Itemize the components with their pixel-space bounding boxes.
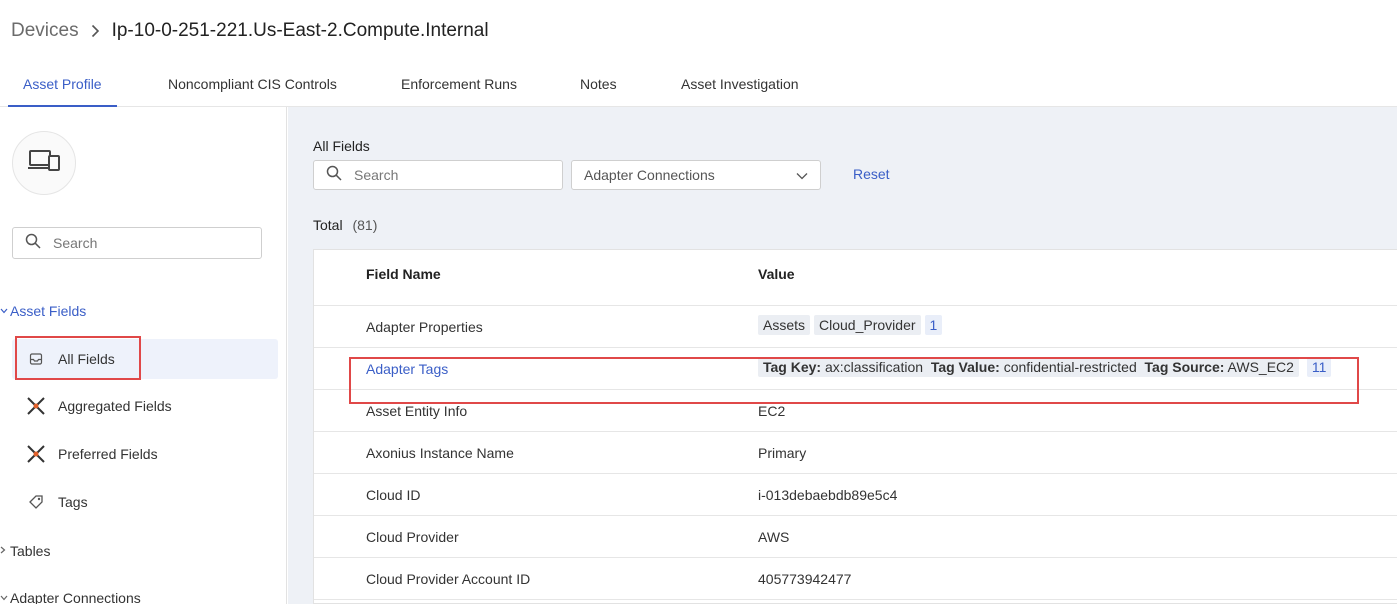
page-title: Ip-10-0-251-221.Us-East-2.Compute.Intern… <box>111 20 489 41</box>
sidebar-item-label: Aggregated Fields <box>58 398 172 414</box>
chevron-right-icon <box>0 546 10 557</box>
field-value: AWS <box>758 529 790 545</box>
sidebar-item-label: Preferred Fields <box>58 446 158 462</box>
total-value: (81) <box>352 217 378 233</box>
chevron-down-icon <box>0 306 10 317</box>
chevron-down-icon <box>0 593 10 604</box>
field-value: i-013debaebdb89e5c4 <box>758 292 897 293</box>
tab-enforcement-runs[interactable]: Enforcement Runs <box>401 62 517 107</box>
fields-search-input[interactable] <box>354 167 534 183</box>
tag-source-label: Tag Source: <box>1144 359 1225 375</box>
breadcrumb: Devices Ip-10-0-251-221.Us-East-2.Comput… <box>11 20 489 42</box>
table-row[interactable]: Cloud Provider AWS <box>314 516 1397 558</box>
preferred-icon <box>26 444 46 464</box>
page-header: Devices Ip-10-0-251-221.Us-East-2.Comput… <box>0 0 1397 62</box>
tag-source-value: AWS_EC2 <box>1227 359 1294 375</box>
device-icon <box>27 148 61 179</box>
aggregate-icon <box>26 396 46 416</box>
table-row[interactable]: Asset Entity Info EC2 <box>314 390 1397 432</box>
tag-value-label: Tag Value: <box>930 359 1000 375</box>
fields-table: Field Name Value ID i-013debaebdb89e5c4 … <box>313 249 1397 604</box>
sidebar: Asset Fields All Fields Aggregated Field… <box>0 107 287 604</box>
chip: Cloud_Provider <box>814 315 921 335</box>
table-row[interactable]: Adapter Tags Tag Key: ax:classification … <box>314 348 1397 390</box>
chevron-right-icon <box>91 24 100 38</box>
tab-bar: Asset Profile Noncompliant CIS Controls … <box>0 62 1397 107</box>
value-chips: Assets Cloud_Provider 1 <box>758 315 946 335</box>
fields-search-field[interactable] <box>313 160 563 190</box>
tab-notes[interactable]: Notes <box>580 62 617 107</box>
sidebar-item-label: All Fields <box>58 351 115 367</box>
more-count-badge[interactable]: 1 <box>924 315 943 335</box>
field-name: Cloud Provider Account ID <box>366 571 531 587</box>
field-name: Adapter Properties <box>366 319 483 335</box>
chip: Assets <box>758 315 811 335</box>
sidebar-search-input[interactable] <box>53 235 233 251</box>
sidebar-search-field[interactable] <box>12 227 262 259</box>
section-asset-fields-label: Asset Fields <box>10 303 87 319</box>
breadcrumb-devices-link[interactable]: Devices <box>11 20 79 42</box>
sidebar-item-preferred-fields[interactable]: Preferred Fields <box>12 434 278 474</box>
tab-asset-investigation[interactable]: Asset Investigation <box>681 62 799 107</box>
field-name: ID <box>366 292 380 293</box>
field-name: Axonius Instance Name <box>366 445 514 461</box>
section-adapter-connections[interactable]: Adapter Connections <box>0 590 141 604</box>
tag-chip: Tag Key: ax:classification Tag Value: co… <box>758 357 1299 377</box>
field-name-link[interactable]: Adapter Tags <box>366 361 448 377</box>
total-count: Total (81) <box>313 217 377 233</box>
total-label: Total <box>313 217 343 233</box>
reset-button[interactable]: Reset <box>853 166 890 182</box>
main-panel: All Fields Adapter Connections Reset Tot… <box>288 107 1397 604</box>
field-name: Cloud Provider <box>366 529 459 545</box>
sidebar-item-aggregated-fields[interactable]: Aggregated Fields <box>12 386 278 426</box>
sidebar-item-all-fields[interactable]: All Fields <box>12 339 278 379</box>
adapter-select-value: Adapter Connections <box>584 167 715 183</box>
tab-noncompliant-cis-controls[interactable]: Noncompliant CIS Controls <box>168 62 337 107</box>
table-body: ID i-013debaebdb89e5c4 Adapter Propertie… <box>314 292 1397 603</box>
table-row[interactable]: Axonius Instance Name Primary <box>314 432 1397 474</box>
value-chips: Tag Key: ax:classification Tag Value: co… <box>758 357 1335 377</box>
column-header-value: Value <box>758 266 795 282</box>
inbox-icon <box>26 349 46 369</box>
adapter-connections-select[interactable]: Adapter Connections <box>571 160 821 190</box>
sidebar-item-label: Tags <box>58 494 88 510</box>
section-tables-label: Tables <box>10 543 51 559</box>
tag-icon <box>26 492 46 512</box>
section-adapter-connections-label: Adapter Connections <box>10 590 141 604</box>
tab-asset-profile[interactable]: Asset Profile <box>8 62 117 107</box>
field-value: EC2 <box>758 403 786 419</box>
search-icon <box>326 165 342 186</box>
table-row[interactable]: Cloud ID i-013debaebdb89e5c4 <box>314 474 1397 516</box>
field-name: Cloud ID <box>366 487 421 503</box>
section-asset-fields[interactable]: Asset Fields <box>0 303 86 319</box>
tag-key-value: ax:classification <box>824 359 924 375</box>
field-value: 405773942477 <box>758 571 852 587</box>
section-tables[interactable]: Tables <box>0 543 50 559</box>
avatar <box>12 131 76 195</box>
field-name: Asset Entity Info <box>366 403 468 419</box>
search-icon <box>25 233 41 254</box>
more-count-badge[interactable]: 11 <box>1306 357 1332 377</box>
tag-value-value: confidential-restricted <box>1003 359 1137 375</box>
sidebar-item-tags[interactable]: Tags <box>12 482 278 522</box>
chevron-down-icon <box>796 167 808 183</box>
tag-key-label: Tag Key: <box>763 359 822 375</box>
section-title: All Fields <box>313 138 370 154</box>
column-header-field-name: Field Name <box>366 266 441 282</box>
field-value: i-013debaebdb89e5c4 <box>758 487 898 503</box>
table-row[interactable]: ID i-013debaebdb89e5c4 <box>314 292 1397 306</box>
table-row[interactable]: Adapter Properties Assets Cloud_Provider… <box>314 306 1397 348</box>
table-row[interactable]: Cloud Provider Account ID 405773942477 <box>314 558 1397 600</box>
field-value: Primary <box>758 445 807 461</box>
